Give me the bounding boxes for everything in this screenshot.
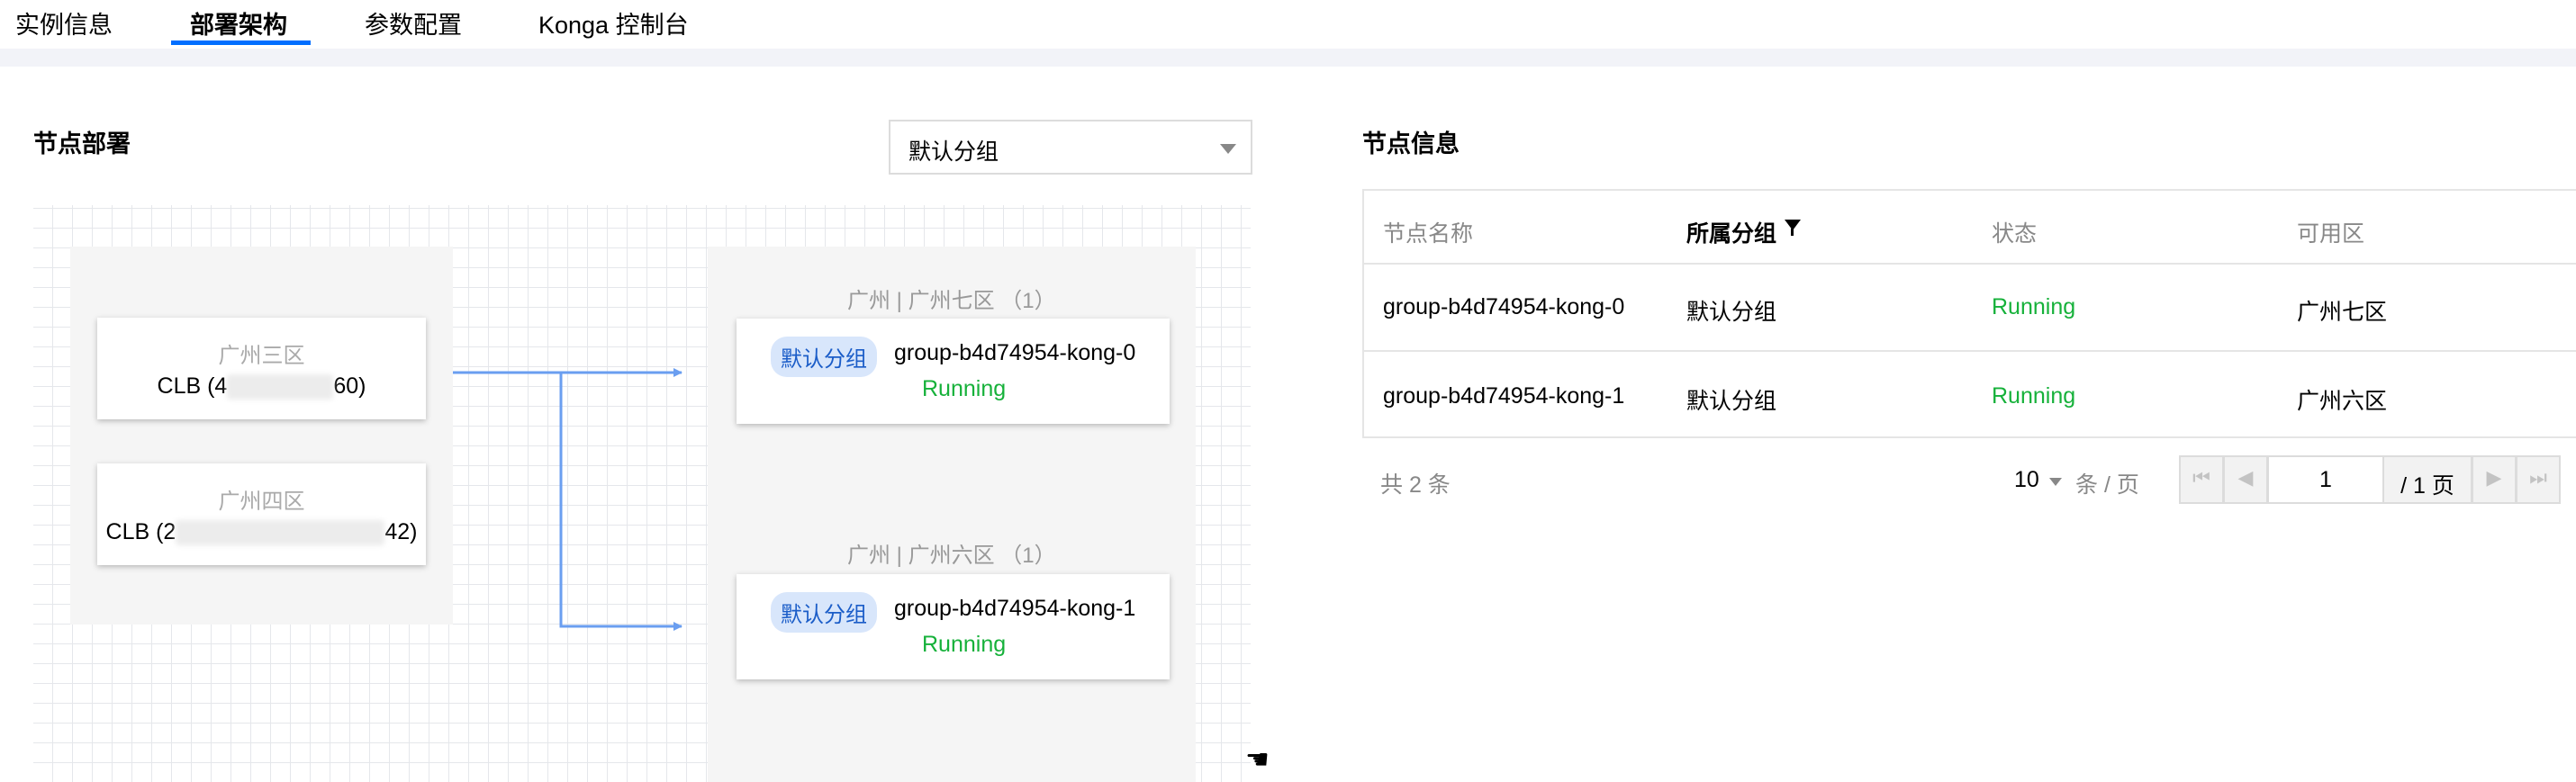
column-header-status: 状态 [1992,221,2038,247]
page-size-select[interactable]: 10 [2014,467,2039,493]
first-page-icon: ⏮ [2192,466,2210,489]
tab-bar: 实例信息 部署架构 参数配置 Konga 控制台 [0,0,2576,49]
caret-down-icon[interactable] [2049,478,2062,486]
cell-group: 默认分组 [1686,300,1777,325]
per-page-label: 条 / 页 [2075,472,2139,498]
node-info-title: 节点信息 [1362,130,1460,157]
tab-konga-console[interactable]: Konga 控制台 [538,5,689,40]
tab-deployment-architecture[interactable]: 部署架构 [190,5,287,40]
prev-page-button[interactable]: ◀ [2223,455,2268,504]
cell-zone: 广州七区 [2297,300,2388,325]
active-tab-indicator [171,40,311,45]
next-page-icon: ▶ [2486,466,2502,489]
total-pages-label: / 1 页 [2382,455,2472,504]
cell-node-name: group-b4d74954-kong-1 [1383,383,1625,409]
tabs-divider [0,49,2576,67]
last-page-icon: ⏭ [2529,466,2547,489]
first-page-button[interactable]: ⏮ [2179,455,2224,504]
group-select[interactable]: 默认分组 [889,120,1252,175]
cell-status: Running [1992,383,2076,409]
connector-arrows [453,368,682,631]
cell-node-name: group-b4d74954-kong-0 [1383,294,1625,319]
table-header: 节点名称 所属分组 状态 可用区 [1364,191,2576,265]
node-table: 节点名称 所属分组 状态 可用区 group-b4d74954-kong-0 默… [1362,189,2576,438]
caret-down-icon [1220,144,1236,154]
page-number-input[interactable] [2267,455,2384,504]
tab-parameter-config[interactable]: 参数配置 [365,5,462,40]
prev-page-icon: ◀ [2237,466,2254,489]
pagination-total: 共 2 条 [1380,472,1451,498]
node-deployment-title: 节点部署 [33,130,131,157]
last-page-button[interactable]: ⏭ [2516,455,2561,504]
cell-status: Running [1992,294,2076,319]
connector-line [559,373,682,631]
table-row: group-b4d74954-kong-0 默认分组 Running 广州七区 [1364,265,2576,350]
next-page-button[interactable]: ▶ [2472,455,2517,504]
column-header-node-name: 节点名称 [1383,221,1474,247]
hand-cursor-icon: ☚ [1245,745,1270,775]
table-row: group-b4d74954-kong-1 默认分组 Running 广州六区 [1364,350,2576,436]
cell-zone: 广州六区 [2297,389,2388,414]
column-header-zone: 可用区 [2297,221,2365,247]
cell-group: 默认分组 [1686,389,1777,414]
column-header-group[interactable]: 所属分组 [1686,216,1776,248]
topology-canvas[interactable]: 广州三区 CLB (4 60) 广州四区 CLB (2 42) 广州 | 广州七区 … [33,205,1251,782]
group-select-value: 默认分组 [908,139,999,165]
tab-instance-info[interactable]: 实例信息 [15,5,113,40]
